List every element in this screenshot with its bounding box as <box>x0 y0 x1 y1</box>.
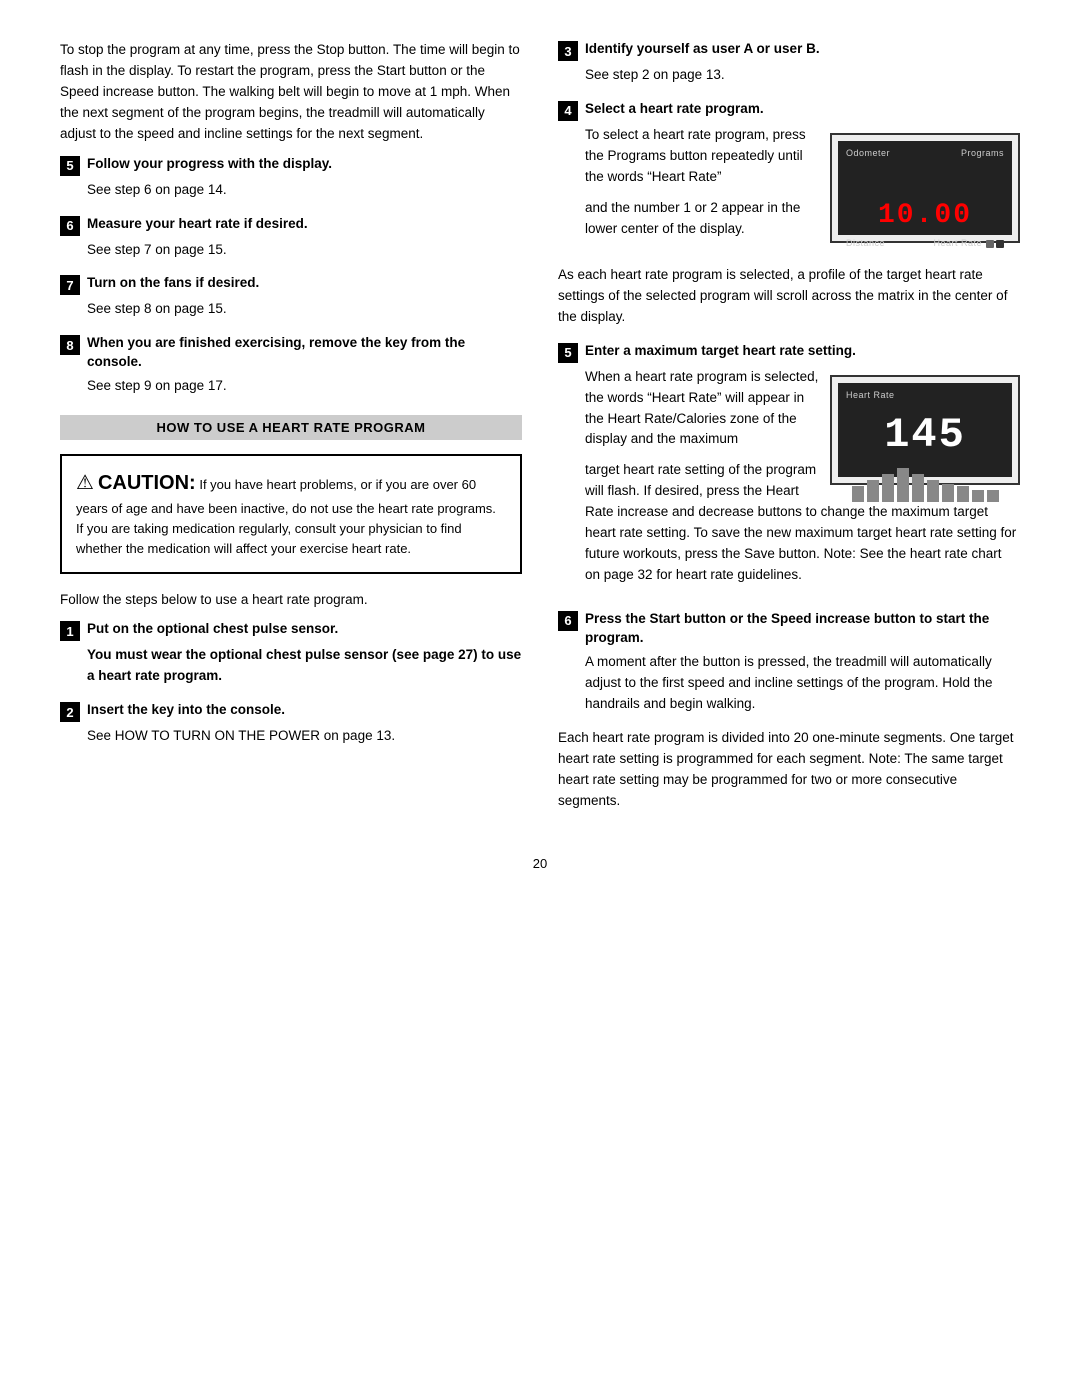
right-step-number-4: 4 <box>558 101 578 121</box>
step-body-7: See step 8 on page 15. <box>87 299 522 320</box>
right-step-number-5: 5 <box>558 343 578 363</box>
left-step-8: 8 When you are finished exercising, remo… <box>60 334 522 397</box>
display-bottom-labels: Distance Heart Rate <box>846 237 1004 251</box>
bar-2 <box>867 480 879 502</box>
display-inner-step4: Odometer Programs // Will be rendered vi… <box>838 141 1012 235</box>
right-para-text-2: Each heart rate program is divided into … <box>558 728 1020 812</box>
step-body-8: See step 9 on page 17. <box>87 376 522 397</box>
main-layout: To stop the program at any time, press t… <box>60 40 1020 826</box>
heart-step-number-2: 2 <box>60 702 80 722</box>
right-step-title-5: Enter a maximum target heart rate settin… <box>585 342 856 361</box>
caution-title: CAUTION: <box>98 472 196 494</box>
step-title-6: Measure your heart rate if desired. <box>87 215 308 234</box>
bar-7 <box>942 484 954 502</box>
right-step-title-6: Press the Start button or the Speed incr… <box>585 610 1020 648</box>
display-top-labels: Odometer Programs <box>846 147 1004 161</box>
heart-step-2: 2 Insert the key into the console. See H… <box>60 701 522 747</box>
caution-box: ⚠CAUTION: If you have heart problems, or… <box>60 454 522 573</box>
right-column: 3 Identify yourself as user A or user B.… <box>558 40 1020 826</box>
section-header: HOW TO USE A HEART RATE PROGRAM <box>60 415 522 440</box>
right-para-2: Each heart rate program is divided into … <box>558 728 1020 812</box>
bar-3 <box>882 474 894 502</box>
heart-step-1: 1 Put on the optional chest pulse sensor… <box>60 620 522 687</box>
right-step-number-6: 6 <box>558 611 578 631</box>
right-step-4: 4 Select a heart rate program. Odometer … <box>558 100 1020 251</box>
distance-label: Distance <box>846 237 885 251</box>
step-title-5: Follow your progress with the display. <box>87 155 332 174</box>
heart-rate-number: 145 <box>884 403 966 468</box>
bar-1 <box>852 486 864 502</box>
step-number-7: 7 <box>60 275 80 295</box>
heart-step-body-1: You must wear the optional chest pulse s… <box>87 645 522 687</box>
right-step-6: 6 Press the Start button or the Speed in… <box>558 610 1020 715</box>
right-para-1: As each heart rate program is selected, … <box>558 265 1020 328</box>
display-inner-step5: Heart Rate 145 <box>838 383 1012 477</box>
right-step-5: 5 Enter a maximum target heart rate sett… <box>558 342 1020 596</box>
bar-4 <box>897 468 909 502</box>
heart-rate-dots <box>986 240 1004 248</box>
step-title-7: Turn on the fans if desired. <box>87 274 259 293</box>
left-column: To stop the program at any time, press t… <box>60 40 522 826</box>
step-body-5: See step 6 on page 14. <box>87 180 522 201</box>
heart-rate-bars <box>852 468 999 502</box>
bar-10 <box>987 490 999 502</box>
bar-8 <box>957 486 969 502</box>
step-title-8: When you are finished exercising, remove… <box>87 334 522 372</box>
programs-label: Programs <box>961 147 1004 161</box>
heart-step-body-2: See HOW TO TURN ON THE POWER on page 13. <box>87 726 522 747</box>
left-step-7: 7 Turn on the fans if desired. See step … <box>60 274 522 320</box>
intro-paragraph: To stop the program at any time, press t… <box>60 40 522 145</box>
display-image-step5: Heart Rate 145 <box>830 375 1020 485</box>
display-image-step4: Odometer Programs // Will be rendered vi… <box>830 133 1020 243</box>
bar-6 <box>927 480 939 502</box>
right-step-3: 3 Identify yourself as user A or user B.… <box>558 40 1020 86</box>
bar-5 <box>912 474 924 502</box>
page-number: 20 <box>60 856 1020 871</box>
display-number-step4: 10.00 <box>878 194 972 237</box>
right-step-number-3: 3 <box>558 41 578 61</box>
step-body-6: See step 7 on page 15. <box>87 240 522 261</box>
follow-steps-text: Follow the steps below to use a heart ra… <box>60 590 522 611</box>
heart-rate-display-label: Heart Rate <box>846 389 895 403</box>
left-step-6: 6 Measure your heart rate if desired. Se… <box>60 215 522 261</box>
right-step-body-6: A moment after the button is pressed, th… <box>585 652 1020 715</box>
bar-9 <box>972 490 984 502</box>
left-step-5: 5 Follow your progress with the display.… <box>60 155 522 201</box>
odometer-label: Odometer <box>846 147 890 161</box>
step-number-8: 8 <box>60 335 80 355</box>
right-step-title-4: Select a heart rate program. <box>585 100 764 119</box>
step-number-6: 6 <box>60 216 80 236</box>
heart-step-title-2: Insert the key into the console. <box>87 701 285 720</box>
heart-rate-zone: Heart Rate <box>933 237 1004 251</box>
right-step-body-3: See step 2 on page 13. <box>585 65 1020 86</box>
right-para-text-1: As each heart rate program is selected, … <box>558 265 1020 328</box>
right-step-title-3: Identify yourself as user A or user B. <box>585 40 820 59</box>
heart-step-title-1: Put on the optional chest pulse sensor. <box>87 620 338 639</box>
heart-rate-label-step4: Heart Rate <box>933 237 982 251</box>
matrix-display: // Will be rendered via JS below <box>866 163 985 192</box>
step-number-5: 5 <box>60 156 80 176</box>
caution-triangle-icon: ⚠ <box>76 472 94 494</box>
heart-step-number-1: 1 <box>60 621 80 641</box>
